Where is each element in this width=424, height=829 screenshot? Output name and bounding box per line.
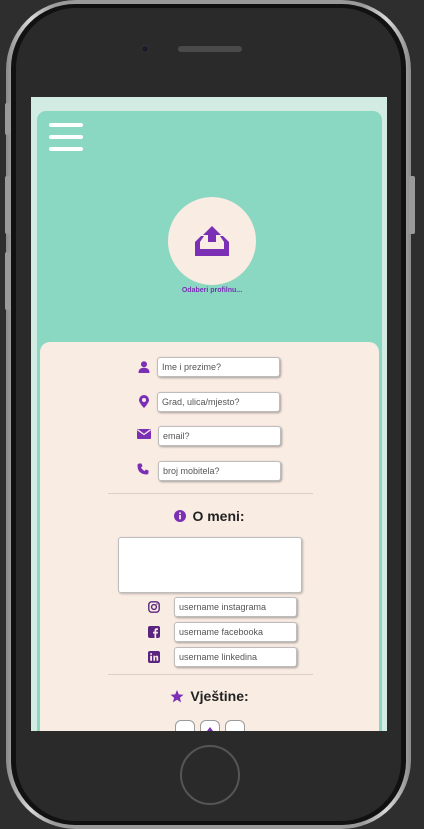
skill-next-button[interactable]	[225, 720, 245, 731]
facebook-icon	[146, 624, 162, 640]
phone-icon	[135, 461, 151, 477]
about-section-title: O meni:	[40, 508, 379, 524]
mute-switch	[5, 103, 11, 135]
skill-add-button[interactable]	[200, 720, 220, 731]
volume-down-button	[5, 252, 11, 310]
skill-remove-button[interactable]	[175, 720, 195, 731]
divider	[108, 674, 313, 675]
map-marker-icon	[136, 393, 152, 409]
about-title: O meni:	[192, 508, 245, 524]
home-button[interactable]	[180, 745, 240, 805]
skills-section-title: Vještine:	[40, 688, 379, 704]
profile-picture-label[interactable]: Odaberi profilnu...	[137, 287, 287, 294]
speaker-grille	[178, 46, 242, 52]
envelope-icon	[136, 426, 152, 442]
camera-icon	[141, 45, 149, 53]
full-name-field[interactable]	[157, 357, 280, 377]
linkedin-icon	[146, 649, 162, 665]
phone-screen: Odaberi profilnu... Ime i prezime? Grad,…	[31, 97, 387, 731]
about-me-textarea[interactable]	[118, 537, 302, 593]
power-button	[409, 176, 415, 234]
star-icon	[170, 689, 184, 702]
skills-title: Vještine:	[190, 688, 249, 704]
linkedin-username-field[interactable]	[174, 647, 297, 667]
info-circle-icon	[174, 510, 187, 522]
hamburger-menu-icon[interactable]	[49, 123, 83, 151]
phone-number-field[interactable]	[158, 461, 281, 481]
divider	[108, 493, 313, 494]
arrow-up-icon	[207, 727, 213, 731]
volume-up-button	[5, 176, 11, 234]
profile-picture-upload-button[interactable]	[168, 197, 256, 285]
upload-tray-icon	[195, 226, 229, 256]
email-field[interactable]	[158, 426, 281, 446]
address-field[interactable]	[157, 392, 280, 412]
profile-form-card: O meni: Vještine:	[40, 342, 379, 731]
facebook-username-field[interactable]	[174, 622, 297, 642]
instagram-icon	[146, 599, 162, 615]
user-icon	[136, 359, 152, 375]
instagram-username-field[interactable]	[174, 597, 297, 617]
hero-panel: Odaberi profilnu... Ime i prezime? Grad,…	[37, 111, 382, 731]
